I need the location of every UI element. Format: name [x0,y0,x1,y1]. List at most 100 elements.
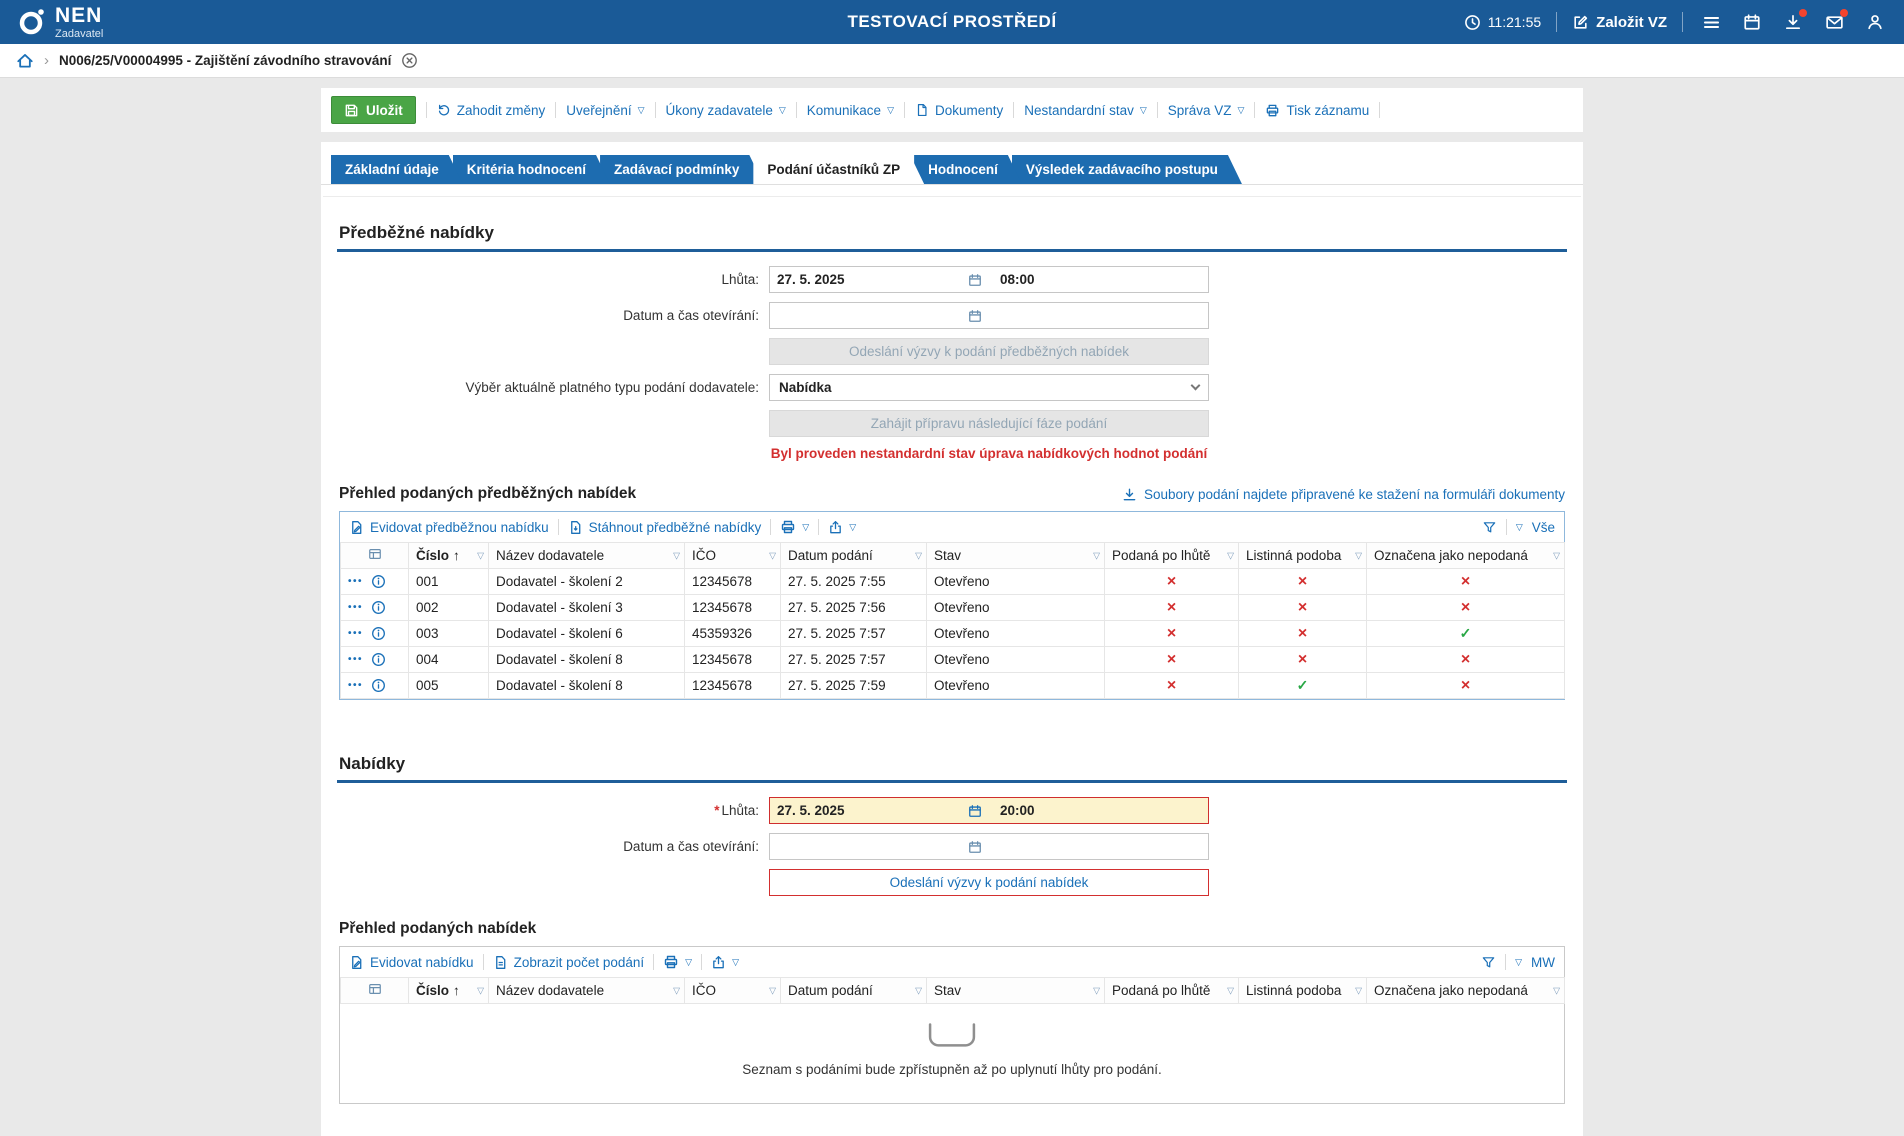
calendar-icon[interactable] [968,273,982,287]
column-header-datum-podani[interactable]: Datum podání▽ [781,543,927,569]
table-row[interactable]: •••004Dodavatel - školení 81234567827. 5… [341,647,1565,673]
home-icon[interactable] [16,52,34,70]
column-filter-icon[interactable]: ▽ [477,550,484,561]
column-filter-icon[interactable]: ▽ [1553,985,1560,996]
column-header-cislo[interactable]: Číslo↑▽ [409,543,489,569]
column-filter-icon[interactable]: ▽ [915,985,922,996]
messages-button[interactable] [1821,9,1847,35]
table-row[interactable]: •••003Dodavatel - školení 64535932627. 5… [341,621,1565,647]
documents-download-link[interactable]: Soubory podání najdete připravené ke sta… [1122,487,1565,502]
column-filter-icon[interactable]: ▽ [1355,985,1362,996]
tab-zadavaci-podminky[interactable]: Zadávací podmínky [600,155,763,184]
column-header-cislo[interactable]: Číslo↑▽ [409,978,489,1004]
info-icon[interactable] [371,678,386,693]
view-selector[interactable]: MW [1531,955,1555,970]
info-icon[interactable] [371,574,386,589]
column-filter-icon[interactable]: ▽ [769,550,776,561]
column-header-stav[interactable]: Stav▽ [927,543,1105,569]
tab-kriteria-hodnoceni[interactable]: Kritéria hodnocení [453,155,610,184]
toolbar-item-tisk-zaznamu[interactable]: Tisk záznamu [1265,103,1369,118]
column-filter-icon[interactable]: ▽ [1355,550,1362,561]
info-icon[interactable] [371,652,386,667]
prelim-opening-field[interactable] [769,302,1209,329]
column-filter-icon[interactable]: ▽ [1093,550,1100,561]
toolbar-item-nestandardni-stav[interactable]: Nestandardní stav▽ [1024,103,1146,118]
column-header-ico[interactable]: IČO▽ [685,543,781,569]
offers-deadline-date[interactable]: 27. 5. 2025 [777,803,845,818]
export-button[interactable]: ▽ [711,955,739,970]
calendar-icon[interactable] [968,840,982,854]
more-actions-button[interactable]: ••• [348,602,363,613]
show-submission-count-button[interactable]: Zobrazit počet podání [493,955,645,970]
tab-zakladni-udaje[interactable]: Základní údaje [331,155,463,184]
column-header-listinna-podoba[interactable]: Listinná podoba▽ [1239,978,1367,1004]
toolbar-item-uverejneni[interactable]: Uveřejnění▽ [566,103,644,118]
column-header-nazev-dodavatele[interactable]: Název dodavatele▽ [489,978,685,1004]
submission-type-select[interactable]: Nabídka [769,374,1209,401]
download-prelim-bids-button[interactable]: Stáhnout předběžné nabídky [568,520,762,535]
column-filter-icon[interactable]: ▽ [477,985,484,996]
toolbar-item-komunikace[interactable]: Komunikace▽ [807,103,894,118]
view-selector[interactable]: Vše [1532,520,1555,535]
table-row[interactable]: •••005Dodavatel - školení 81234567827. 5… [341,673,1565,699]
tab-podani-ucastniku-zp[interactable]: Podání účastníků ZP [753,155,924,184]
column-header-nazev-dodavatele[interactable]: Název dodavatele▽ [489,543,685,569]
calendar-icon[interactable] [968,309,982,323]
column-header-podana-po-lhute[interactable]: Podaná po lhůtě▽ [1105,978,1239,1004]
column-filter-icon[interactable]: ▽ [673,550,680,561]
column-filter-icon[interactable]: ▽ [769,985,776,996]
print-button[interactable]: ▽ [663,954,692,970]
table-row[interactable]: •••002Dodavatel - školení 31234567827. 5… [341,595,1565,621]
nen-logo[interactable]: NEN Zadavatel [16,5,103,40]
prelim-deadline-field[interactable]: 27. 5. 2025 08:00 [769,266,1209,293]
prelim-deadline-date[interactable]: 27. 5. 2025 [777,272,845,287]
info-icon[interactable] [371,600,386,615]
view-caret-icon[interactable]: ▽ [1515,958,1522,967]
column-header-datum-podani[interactable]: Datum podání▽ [781,978,927,1004]
save-button[interactable]: Uložit [331,96,416,124]
column-filter-icon[interactable]: ▽ [1227,985,1234,996]
column-filter-icon[interactable]: ▽ [1093,985,1100,996]
profile-button[interactable] [1862,9,1888,35]
more-actions-button[interactable]: ••• [348,654,363,665]
tab-vysledek-zadavaciho-postupu[interactable]: Výsledek zadávacího postupu [1012,155,1242,184]
filter-icon[interactable] [1481,955,1496,970]
column-filter-icon[interactable]: ▽ [915,550,922,561]
export-button[interactable]: ▽ [828,520,856,535]
breadcrumb-item[interactable]: N006/25/V00004995 - Zajištění závodního … [59,53,391,68]
register-prelim-bid-button[interactable]: Evidovat předběžnou nabídku [349,520,549,535]
column-header-ico[interactable]: IČO▽ [685,978,781,1004]
more-actions-button[interactable]: ••• [348,628,363,639]
view-caret-icon[interactable]: ▽ [1516,523,1523,532]
column-filter-icon[interactable]: ▽ [1227,550,1234,561]
downloads-button[interactable] [1780,9,1806,35]
prelim-deadline-time[interactable]: 08:00 [1000,272,1035,287]
column-header-podana-po-lhute[interactable]: Podaná po lhůtě▽ [1105,543,1239,569]
column-header-listinna-podoba[interactable]: Listinná podoba▽ [1239,543,1367,569]
info-icon[interactable] [371,626,386,641]
toolbar-item-ukony-zadavatele[interactable]: Úkony zadavatele▽ [666,103,786,118]
column-filter-icon[interactable]: ▽ [673,985,680,996]
toolbar-item-zahodit-zmeny[interactable]: Zahodit změny [437,103,546,118]
filter-icon[interactable] [1482,520,1497,535]
column-header-oznacena-jako-nepodana[interactable]: Označena jako nepodaná▽ [1367,978,1565,1004]
print-button[interactable]: ▽ [780,519,809,535]
close-icon[interactable] [401,52,418,69]
offers-opening-field[interactable] [769,833,1209,860]
column-filter-icon[interactable]: ▽ [1553,550,1560,561]
table-row[interactable]: •••001Dodavatel - školení 21234567827. 5… [341,569,1565,595]
toolbar-item-sprava-vz[interactable]: Správa VZ▽ [1168,103,1245,118]
column-header-oznacena-jako-nepodana[interactable]: Označena jako nepodaná▽ [1367,543,1565,569]
menu-button[interactable] [1698,9,1724,35]
column-chooser-icon[interactable] [368,547,382,561]
register-offer-button[interactable]: Evidovat nabídku [349,955,474,970]
tab-hodnoceni[interactable]: Hodnocení [914,155,1022,184]
create-vz-button[interactable]: Založit VZ [1572,14,1667,31]
offers-deadline-field[interactable]: 27. 5. 2025 20:00 [769,797,1209,824]
more-actions-button[interactable]: ••• [348,576,363,587]
send-offers-invite-button[interactable]: Odeslání výzvy k podání nabídek [769,869,1209,896]
more-actions-button[interactable]: ••• [348,680,363,691]
calendar-button[interactable] [1739,9,1765,35]
column-chooser-icon[interactable] [368,982,382,996]
column-header-stav[interactable]: Stav▽ [927,978,1105,1004]
